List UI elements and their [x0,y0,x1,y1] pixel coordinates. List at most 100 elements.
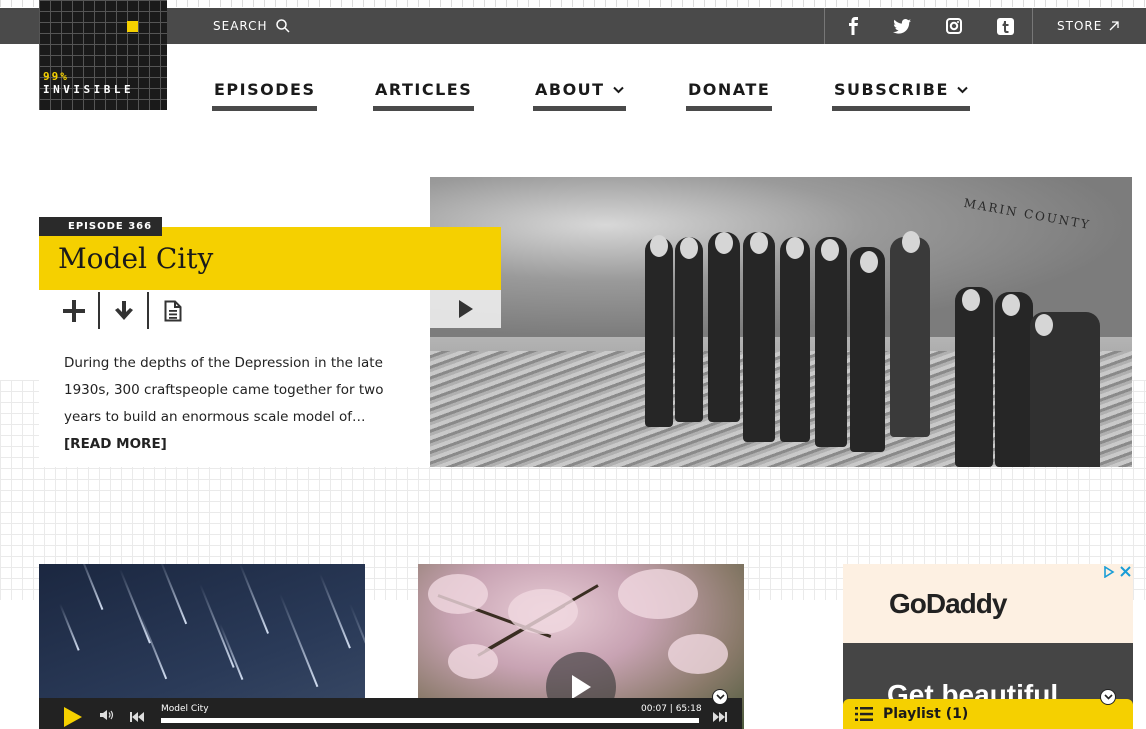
star-trail [319,573,351,649]
close-icon [1120,566,1131,577]
volume-icon [100,710,114,720]
photo-face [1002,294,1020,316]
top-decorative-strip [0,0,1146,7]
search-button[interactable]: SEARCH [213,8,290,44]
star-trail [199,583,235,668]
blossom [618,569,698,619]
next-track-button[interactable] [712,708,728,727]
facebook-icon [848,17,858,35]
logo-line2: INVISIBLE [43,83,135,96]
playlist-label: Playlist (1) [883,706,969,722]
star-trail [139,613,168,680]
audio-player: Model City 00:07 | 65:18 [39,698,742,729]
player-play-button[interactable] [63,706,83,729]
chevron-down-icon [957,86,968,94]
download-arrow-icon [114,300,133,320]
nav-subscribe-label: SUBSCRIBE [834,80,949,99]
volume-button[interactable] [99,709,115,724]
photo-face [821,239,839,261]
adchoices-icon [1104,566,1115,578]
nav-articles[interactable]: ARTICLES [373,80,475,111]
logo-yellow-square [127,21,138,32]
episode-number-badge: EPISODE 366 [39,217,162,236]
hero-image[interactable]: MARIN COUNTY [430,177,1132,467]
photo-face [786,237,804,259]
photo-face [1035,314,1053,336]
photo-face [715,232,733,254]
play-icon [572,675,591,699]
chevron-down-icon [1103,694,1113,700]
store-link[interactable]: STORE [1057,8,1120,44]
read-more-link[interactable]: [READ MORE] [64,436,167,452]
nav-donate-label: DONATE [688,80,771,99]
photo-person [743,232,775,442]
search-label: SEARCH [213,19,268,33]
nav-donate[interactable]: DONATE [686,80,773,111]
player-collapse-button[interactable] [712,689,728,705]
player-progress-bar[interactable] [161,718,699,723]
ad-choices[interactable] [1103,566,1131,578]
photo-person [780,237,810,442]
photo-face [962,289,980,311]
twitter-link[interactable] [876,8,927,44]
star-trail [159,564,188,625]
episode-number-label: EPISODE 366 [68,221,153,232]
search-icon [275,19,290,33]
transcript-button[interactable] [147,292,196,329]
photo-face [750,232,768,254]
photo-person [995,292,1033,467]
photo-person [815,237,847,447]
photo-face [902,231,920,253]
photo-person [675,237,703,422]
blossom [428,574,488,614]
nav-subscribe[interactable]: SUBSCRIBE [832,80,970,111]
plus-icon [62,299,85,322]
play-icon [458,300,473,318]
star-trail [239,564,270,634]
previous-track-button[interactable] [129,708,145,727]
episode-actions [49,292,196,329]
external-arrow-icon [1109,21,1119,31]
nav-articles-label: ARTICLES [375,80,473,99]
star-trail [59,603,80,651]
site-logo[interactable]: 99% INVISIBLE [39,0,167,110]
instagram-icon [945,18,962,34]
download-button[interactable] [98,292,147,329]
nav-episodes[interactable]: EPISODES [212,80,318,111]
tumblr-icon [997,17,1014,35]
ad-banner-top: GoDaddy [843,564,1133,643]
episode-title: Model City [58,242,214,275]
playlist-toggle[interactable]: Playlist (1) [843,699,1133,729]
chevron-down-icon [715,694,725,700]
photo-person [708,232,740,422]
episode-description: During the depths of the Depression in t… [64,350,409,458]
skip-back-icon [130,712,144,722]
store-label: STORE [1057,19,1103,33]
playlist-collapse-button[interactable] [1100,689,1116,705]
photo-person [955,287,993,467]
facebook-link[interactable] [827,8,878,44]
photo-person [850,247,885,452]
photo-face [650,235,668,257]
blossom [448,644,498,679]
add-to-playlist-button[interactable] [49,292,98,329]
chevron-down-icon [612,86,624,94]
skip-forward-icon [713,712,727,722]
nav-about[interactable]: ABOUT [533,80,626,111]
star-trail [79,564,104,611]
tumblr-link[interactable] [980,8,1031,44]
divider [824,8,825,44]
episode-description-text: During the depths of the Depression in t… [64,355,384,425]
document-icon [164,300,181,321]
divider [1032,8,1033,44]
logo-line1: 99% [43,70,69,83]
instagram-link[interactable] [928,8,979,44]
photo-person [645,237,673,427]
play-icon [64,707,82,727]
blossom [508,589,578,634]
episode-title-bar[interactable]: Model City [39,227,501,290]
star-trail [349,603,365,707]
player-track-title: Model City [161,704,209,714]
blossom [668,634,728,674]
hero-play-button[interactable] [430,290,501,328]
